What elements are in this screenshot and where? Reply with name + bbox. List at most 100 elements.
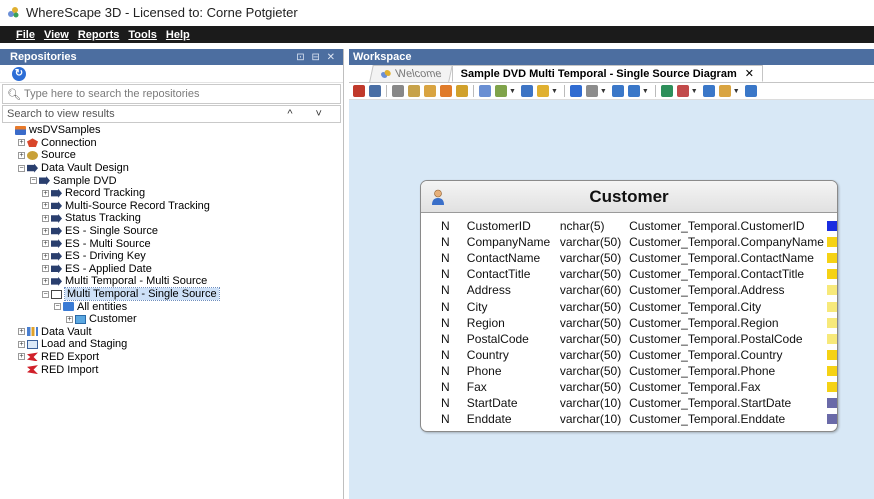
toolbar-button-icon[interactable] (585, 85, 598, 97)
expand-icon[interactable]: + (66, 315, 73, 323)
dropdown-arrow-icon[interactable]: ▼ (733, 88, 740, 95)
repository-search-input[interactable]: 🔍︎ Type here to search the repositories (2, 84, 341, 104)
dropdown-arrow-icon[interactable]: ▼ (691, 88, 698, 95)
attribute-row[interactable]: N Fax varchar(50) Customer_Temporal.Fax (421, 379, 837, 395)
collapse-icon[interactable]: − (18, 164, 25, 172)
results-nav-buttons[interactable]: ^ ˅ (287, 108, 332, 120)
toolbar-button-icon[interactable] (627, 85, 640, 97)
tab-diagram[interactable]: Sample DVD Multi Temporal - Single Sourc… (451, 65, 763, 82)
model-icon (51, 188, 62, 198)
repositories-panel: Repositories ⊡ ⊟ ✕ ↻ 🔍︎ Type here to sea… (0, 49, 344, 499)
toolbar-button-icon[interactable] (676, 85, 689, 97)
attribute-row[interactable]: N Phone varchar(50) Customer_Temporal.Phone (421, 363, 837, 379)
tree-item[interactable]: + ES - Single Source (0, 225, 343, 238)
toolbar-button-icon[interactable] (479, 85, 491, 97)
tree-item[interactable]: + Customer (0, 313, 343, 326)
attribute-row[interactable]: N Address varchar(60) Customer_Temporal.Add… (421, 282, 837, 298)
toolbar-button-icon[interactable] (424, 85, 436, 97)
collapse-icon[interactable]: − (54, 303, 61, 311)
attribute-row[interactable]: N StartDate varchar(10) Customer_Temporal.S… (421, 395, 837, 411)
attribute-row[interactable]: N Enddate varchar(10) Customer_Temporal.End… (421, 411, 837, 427)
tree-item[interactable]: + RED Export (0, 351, 343, 364)
collapse-icon[interactable]: − (30, 177, 37, 185)
diagram-canvas[interactable]: Customer N CustomerID nchar(5) Customer_Tem… (349, 100, 874, 499)
toolbar-button-icon[interactable] (353, 85, 365, 97)
dropdown-arrow-icon[interactable]: ▼ (642, 88, 649, 95)
expand-icon[interactable]: + (18, 340, 25, 348)
entity-customer[interactable]: Customer N CustomerID nchar(5) Customer_Tem… (420, 180, 838, 432)
tree-item[interactable]: wsDVSamples (0, 124, 343, 137)
close-icon[interactable]: ✕ (745, 67, 754, 80)
tree-item[interactable]: + ES - Multi Source (0, 237, 343, 250)
tree-item-label: Customer (89, 313, 137, 326)
toolbar-button-icon[interactable] (611, 85, 624, 97)
expand-icon[interactable]: + (18, 328, 25, 336)
toolbar-button-icon[interactable] (536, 85, 549, 97)
attribute-row[interactable]: N ContactName varchar(50) Customer_Temporal… (421, 250, 837, 266)
tree-item[interactable]: + Record Tracking (0, 187, 343, 200)
attribute-row[interactable]: N Region varchar(50) Customer_Temporal.Regi… (421, 315, 837, 331)
toolbar-button-icon[interactable] (569, 85, 582, 97)
toolbar-button-icon[interactable] (660, 85, 673, 97)
tab-welcome[interactable]: Welcome (369, 65, 453, 82)
attribute-row[interactable]: N PostalCode varchar(50) Customer_Temporal.… (421, 331, 837, 347)
tree-item[interactable]: + ES - Driving Key (0, 250, 343, 263)
tree-item[interactable]: − Data Vault Design (0, 162, 343, 175)
tree-item[interactable]: + Load and Staging (0, 338, 343, 351)
attribute-row[interactable]: N CompanyName varchar(50) Customer_Temporal… (421, 234, 837, 250)
attribute-row[interactable]: N City varchar(50) Customer_Temporal.City (421, 298, 837, 314)
attribute-color-swatch (827, 398, 837, 409)
tree-item[interactable]: − All entities (0, 300, 343, 313)
menu-view[interactable]: View (44, 29, 69, 41)
menu-help[interactable]: Help (166, 29, 190, 41)
toolbar-button-icon[interactable] (456, 85, 468, 97)
expand-icon[interactable]: + (42, 240, 49, 248)
tree-item[interactable]: + ES - Applied Date (0, 263, 343, 276)
expand-icon[interactable]: + (42, 265, 49, 273)
attribute-row[interactable]: N CustomerID nchar(5) Customer_Temporal.Cus… (421, 218, 837, 234)
refresh-icon[interactable]: ↻ (12, 66, 26, 81)
tree-item[interactable]: + Status Tracking (0, 212, 343, 225)
expand-icon[interactable]: + (18, 151, 25, 159)
tree-item[interactable]: + Data Vault (0, 326, 343, 339)
window-title: WhereScape 3D - Licensed to: Corne Potgi… (26, 4, 298, 20)
toolbar-button-icon[interactable] (702, 85, 715, 97)
dropdown-arrow-icon[interactable]: ▼ (551, 88, 558, 95)
collapse-icon[interactable]: − (42, 290, 49, 298)
attribute-nullable-flag: N (441, 315, 450, 330)
tree-item[interactable]: + Source (0, 149, 343, 162)
toolbar-button-icon[interactable] (520, 85, 533, 97)
expand-icon[interactable]: + (42, 214, 49, 222)
expand-icon[interactable]: + (18, 139, 25, 147)
toolbar-button-icon[interactable] (718, 85, 731, 97)
menu-tools[interactable]: Tools (128, 29, 157, 41)
dropdown-arrow-icon[interactable]: ▼ (509, 88, 516, 95)
tree-item[interactable]: + Multi-Source Record Tracking (0, 200, 343, 213)
tree-item[interactable]: − Sample DVD (0, 174, 343, 187)
toolbar-button-icon[interactable] (495, 85, 507, 97)
expand-icon[interactable]: + (42, 189, 49, 197)
toolbar-button-icon[interactable] (408, 85, 420, 97)
attribute-row[interactable]: N ContactTitle varchar(50) Customer_Tempora… (421, 266, 837, 282)
expand-icon[interactable]: + (42, 202, 49, 210)
dropdown-arrow-icon[interactable]: ▼ (600, 88, 607, 95)
document-icon (51, 289, 62, 299)
toolbar-button-icon[interactable] (392, 85, 404, 97)
tree-item[interactable]: + Multi Temporal - Multi Source (0, 275, 343, 288)
tree-item[interactable]: + Connection (0, 137, 343, 150)
expand-icon[interactable]: + (42, 252, 49, 260)
toolbar-button-icon[interactable] (369, 85, 381, 97)
expand-icon[interactable]: + (18, 353, 25, 361)
search-results-bar: Search to view results ^ ˅ (2, 105, 341, 123)
expand-icon[interactable]: + (42, 227, 49, 235)
tree-item[interactable]: − Multi Temporal - Single Source (0, 287, 343, 302)
attribute-row[interactable]: N Country varchar(50) Customer_Temporal.Cou… (421, 347, 837, 363)
toolbar-button-icon[interactable] (744, 85, 757, 97)
tree-item[interactable]: RED Import (0, 363, 343, 376)
menu-file[interactable]: File (16, 29, 35, 41)
expand-icon[interactable]: + (42, 277, 49, 285)
attribute-type: varchar(60) (559, 283, 622, 298)
panel-controls[interactable]: ⊡ ⊟ ✕ (296, 52, 337, 63)
toolbar-button-icon[interactable] (440, 85, 452, 97)
menu-reports[interactable]: Reports (78, 29, 120, 41)
